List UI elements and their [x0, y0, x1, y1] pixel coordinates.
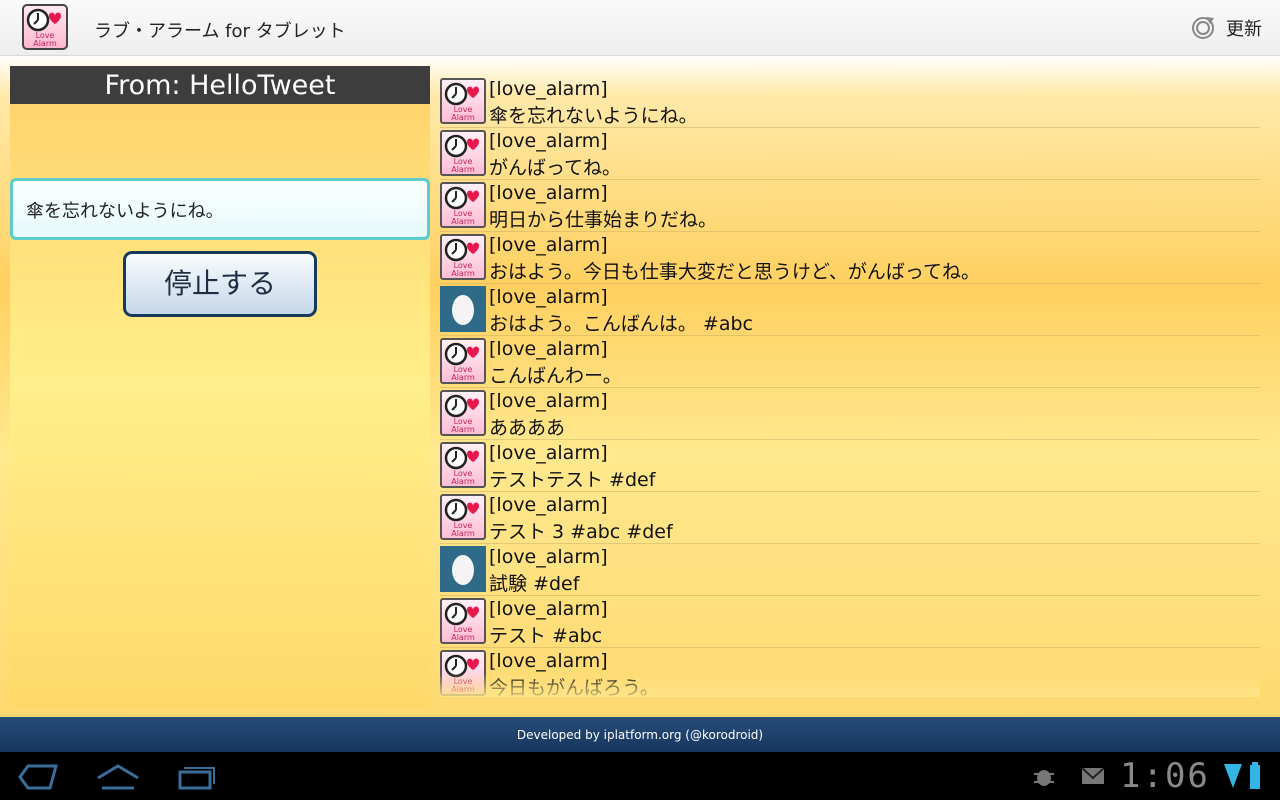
love-alarm-icon: LoveAlarm — [444, 498, 479, 538]
gmail-icon — [1081, 767, 1105, 784]
tweet-row[interactable]: Love Alarm [love_alarm] 明日から仕事始まりだね。 — [440, 180, 1260, 232]
tweet-text: おはよう。こんばんは。 #abc — [489, 313, 753, 335]
default-avatar — [440, 286, 486, 332]
tweet-text: がんばってね。 — [489, 157, 622, 179]
alarm-panel: From: HelloTweet 傘を忘れないようにね。 停止する — [10, 66, 430, 707]
debug-icon — [1034, 770, 1054, 786]
tweet-text: ああああ — [489, 417, 566, 439]
svg-text:Alarm: Alarm — [451, 529, 475, 538]
user-avatar: Love Alarm — [440, 338, 486, 384]
tweet-username: [love_alarm] — [489, 546, 608, 568]
svg-text:Alarm: Alarm — [451, 373, 475, 382]
tweet-text: テストテスト #def — [489, 469, 656, 491]
from-header: From: HelloTweet — [10, 66, 430, 104]
system-bar — [0, 752, 1280, 800]
tweet-username: [love_alarm] — [489, 286, 608, 308]
refresh-button[interactable]: 更新 — [1190, 12, 1262, 44]
tweet-text: 傘を忘れないようにね。 — [489, 105, 698, 127]
svg-text:Alarm: Alarm — [451, 217, 475, 226]
tweet-username: [love_alarm] — [489, 130, 608, 152]
love-alarm-icon: LoveAlarm — [444, 186, 479, 226]
tweet-text: おはよう。今日も仕事大変だと思うけど、がんばってね。 — [489, 261, 980, 283]
love-alarm-icon: LoveAlarm — [444, 446, 479, 486]
egg-icon — [452, 295, 474, 325]
love-alarm-icon: LoveAlarm — [444, 82, 479, 122]
svg-text:Alarm: Alarm — [451, 113, 475, 122]
tweet-row[interactable]: Love Alarm [love_alarm] テスト 3 #abc #def — [440, 492, 1260, 544]
user-avatar: Love Alarm — [440, 390, 486, 436]
recent-apps-icon[interactable] — [176, 762, 218, 792]
tweet-row[interactable]: Love Alarm [love_alarm] テスト #abc — [440, 596, 1260, 648]
tweet-username: [love_alarm] — [489, 78, 608, 100]
tweet-username: [love_alarm] — [489, 494, 608, 516]
love-alarm-icon: LoveAlarm — [444, 342, 479, 382]
default-avatar — [440, 546, 486, 592]
app-title: ラブ・アラーム for タブレット — [94, 21, 346, 42]
svg-text:Alarm: Alarm — [451, 165, 475, 174]
signal-icon — [1224, 764, 1242, 788]
user-avatar: Love Alarm — [440, 598, 486, 644]
tweet-username: [love_alarm] — [489, 442, 608, 464]
tweet-row[interactable]: Love Alarm [love_alarm] がんばってね。 — [440, 128, 1260, 180]
tweet-text: 今日もがんばろう。 — [489, 677, 659, 697]
svg-text:Alarm: Alarm — [451, 269, 475, 278]
love-alarm-icon: LoveAlarm — [444, 654, 479, 694]
svg-text:Alarm: Alarm — [451, 685, 475, 694]
user-avatar: Love Alarm — [440, 130, 486, 176]
love-alarm-icon[interactable]: Love Alarm — [22, 4, 68, 50]
egg-icon — [452, 555, 474, 585]
user-avatar: Love Alarm — [440, 650, 486, 696]
action-bar: Love Alarm ラブ・アラーム for タブレット 更新 — [0, 0, 1280, 56]
love-alarm-icon: LoveAlarm — [444, 394, 479, 434]
tweet-text: こんばんわー。 — [489, 365, 622, 387]
user-avatar: Love Alarm — [440, 494, 486, 540]
tweet-username: [love_alarm] — [489, 390, 608, 412]
tweet-row[interactable]: Love Alarm [love_alarm] ああああ — [440, 388, 1260, 440]
tweet-username: [love_alarm] — [489, 650, 608, 672]
battery-icon — [1250, 762, 1260, 789]
tweet-row[interactable]: [love_alarm] 試験 #def — [440, 544, 1260, 596]
refresh-label: 更新 — [1226, 19, 1262, 40]
message-display: 傘を忘れないようにね。 — [10, 178, 430, 240]
system-clock: 1:06 — [1120, 756, 1210, 796]
tweet-row[interactable]: Love Alarm [love_alarm] こんばんわー。 — [440, 336, 1260, 388]
svg-text:Alarm: Alarm — [451, 633, 475, 642]
tweet-username: [love_alarm] — [489, 598, 608, 620]
stop-button[interactable]: 停止する — [123, 251, 317, 317]
tweet-row[interactable]: [love_alarm] おはよう。こんばんは。 #abc — [440, 284, 1260, 336]
tweet-row[interactable]: Love Alarm [love_alarm] テストテスト #def — [440, 440, 1260, 492]
tweet-row[interactable]: Love Alarm [love_alarm] 今日もがんばろう。 — [440, 648, 1260, 697]
svg-text:Alarm: Alarm — [451, 477, 475, 486]
svg-text:Alarm: Alarm — [33, 39, 57, 48]
user-avatar: Love Alarm — [440, 234, 486, 280]
user-avatar: Love Alarm — [440, 182, 486, 228]
tweet-text: テスト #abc — [489, 625, 603, 647]
svg-text:Alarm: Alarm — [451, 425, 475, 434]
tweet-username: [love_alarm] — [489, 338, 608, 360]
tweet-row[interactable]: Love Alarm [love_alarm] おはよう。今日も仕事大変だと思うけど、… — [440, 232, 1260, 284]
home-icon[interactable] — [96, 762, 140, 792]
love-alarm-icon: LoveAlarm — [444, 602, 479, 642]
love-alarm-icon: LoveAlarm — [444, 238, 479, 278]
tweet-text: 明日から仕事始まりだね。 — [489, 209, 718, 231]
back-icon[interactable] — [16, 762, 58, 792]
developer-credit: Developed by iplatform.org (@korodroid) — [0, 717, 1280, 752]
tweet-username: [love_alarm] — [489, 182, 608, 204]
user-avatar: Love Alarm — [440, 442, 486, 488]
love-alarm-icon: LoveAlarm — [444, 134, 479, 174]
tweet-text: 試験 #def — [489, 573, 580, 595]
tweet-username: [love_alarm] — [489, 234, 608, 256]
tweet-row[interactable]: Love Alarm [love_alarm] 傘を忘れないようにね。 — [440, 76, 1260, 128]
user-avatar: Love Alarm — [440, 78, 486, 124]
refresh-icon — [1192, 17, 1214, 39]
clock-heart-icon: Love Alarm — [26, 8, 61, 48]
tweet-text: テスト 3 #abc #def — [489, 521, 673, 543]
main-content: From: HelloTweet 傘を忘れないようにね。 停止する Love Al… — [0, 56, 1280, 717]
tweet-timeline[interactable]: Love Alarm [love_alarm] 傘を忘れないようにね。 Love Alar… — [440, 76, 1260, 697]
